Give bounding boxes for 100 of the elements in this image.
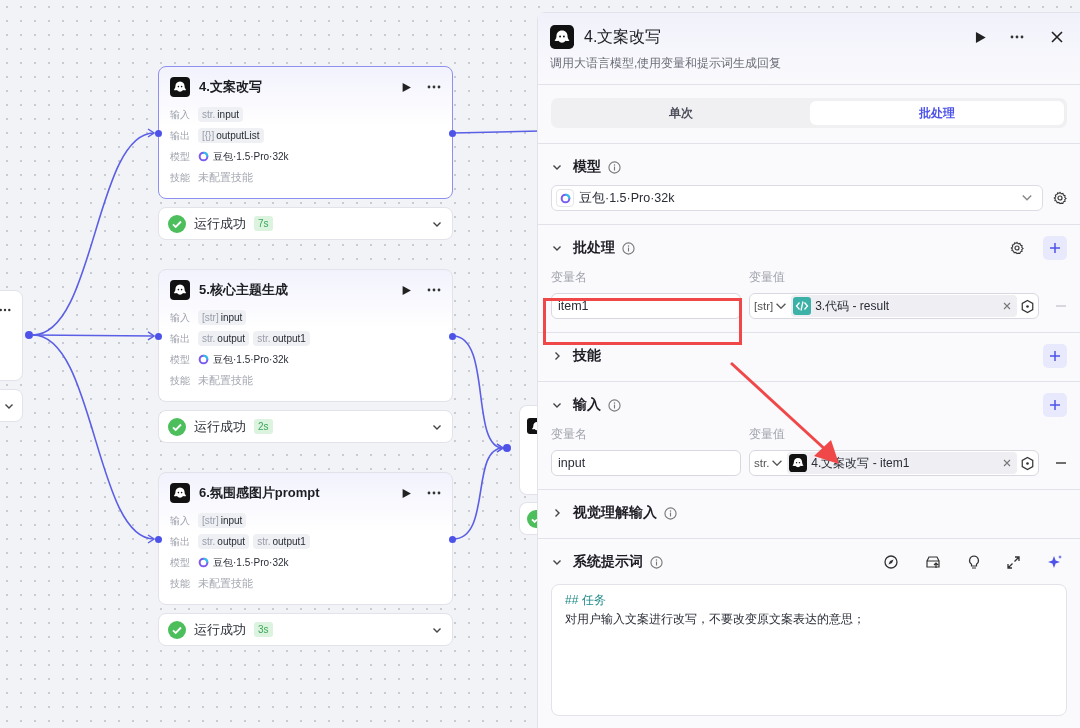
settings-icon[interactable] — [1053, 191, 1067, 205]
info-icon[interactable] — [608, 160, 621, 174]
status-bar[interactable]: 运行成功 2s — [158, 410, 453, 443]
status-bar[interactable]: 运行成功 7s — [158, 207, 453, 240]
plus-icon — [1049, 350, 1061, 362]
node-card[interactable]: 4.文案改写 输入 str. input 输出 [{}] outputList 模型 豆包·1.5·Pro·32k 技能 未配置技能 — [158, 66, 453, 199]
code-icon — [793, 297, 812, 315]
row-label: 技能 — [170, 373, 191, 388]
status-text: 运行成功 — [194, 214, 246, 233]
clear-icon[interactable] — [1003, 459, 1011, 467]
close-icon[interactable] — [1051, 31, 1063, 43]
variable-name-field[interactable]: item1 — [551, 293, 741, 319]
success-icon — [168, 214, 186, 233]
node-card[interactable] — [519, 405, 537, 495]
prompt-heading: ## 任务 — [565, 592, 607, 609]
info-icon[interactable] — [622, 241, 635, 255]
node-title: 5.核心主题生成 — [199, 281, 288, 299]
mode-tab[interactable]: 单次 — [554, 101, 808, 125]
dropdown-chevron-icon[interactable] — [776, 303, 787, 309]
app-logo-icon — [789, 454, 808, 472]
port-dot[interactable] — [155, 333, 162, 340]
row-label: 模型 — [170, 352, 191, 367]
panel-description: 调用大语言模型,使用变量和提示词生成回复 — [550, 55, 783, 72]
variable-tag: [str] input — [198, 513, 247, 528]
model-name: 豆包·1.5·Pro·32k — [213, 352, 289, 367]
variable-icon[interactable] — [1020, 455, 1035, 471]
prompt-editor[interactable]: ## 任务 对用户输入文案进行改写，不要改变原文案表达的意思； — [551, 584, 1067, 716]
success-icon — [168, 620, 186, 639]
row-label: 技能 — [170, 170, 191, 185]
add-button[interactable] — [1043, 393, 1067, 417]
model-logo-icon — [559, 192, 571, 204]
row-label: 输入 — [170, 513, 191, 528]
duration-badge: 7s — [254, 216, 273, 231]
add-button[interactable] — [1043, 344, 1067, 368]
add-button[interactable] — [1043, 236, 1067, 260]
variable-icon[interactable] — [1020, 298, 1035, 314]
box-upload-icon[interactable] — [925, 555, 941, 569]
port-dot[interactable] — [25, 331, 33, 339]
model-logo-icon — [198, 151, 209, 162]
play-icon[interactable] — [401, 81, 412, 93]
play-icon[interactable] — [401, 284, 412, 296]
model-logo-icon — [198, 354, 209, 365]
app-logo-icon — [170, 280, 190, 300]
more-icon[interactable] — [427, 288, 441, 292]
more-icon[interactable] — [1009, 35, 1025, 39]
port-dot[interactable] — [449, 536, 456, 543]
info-icon[interactable] — [664, 506, 677, 520]
model-name: 豆包·1.5·Pro·32k — [213, 149, 289, 164]
column-label: 变量名 — [551, 426, 588, 443]
play-icon[interactable] — [401, 487, 412, 499]
empty-text: 未配置技能 — [198, 170, 253, 185]
more-icon[interactable] — [427, 491, 441, 495]
more-icon[interactable] — [427, 85, 441, 89]
row-label: 输出 — [170, 534, 191, 549]
node-title: 6.氛围感图片prompt — [199, 484, 320, 502]
row-label: 输出 — [170, 128, 191, 143]
app-logo-icon — [170, 483, 190, 503]
sparkle-icon[interactable] — [1047, 554, 1063, 570]
settings-icon[interactable] — [1010, 241, 1024, 255]
port-dot[interactable] — [155, 130, 162, 137]
section-title: 模型 — [573, 158, 601, 176]
app-logo-icon — [550, 25, 574, 49]
status-bar[interactable]: 运行成功 3s — [158, 613, 453, 646]
model-select[interactable]: 豆包·1.5·Pro·32k — [551, 185, 1043, 211]
dropdown-chevron-icon — [1022, 195, 1032, 201]
model-name: 豆包·1.5·Pro·32k — [213, 555, 289, 570]
port-dot[interactable] — [449, 333, 456, 340]
row-label: 输入 — [170, 107, 191, 122]
panel-title: 4.文案改写 — [584, 26, 662, 47]
variable-tag: [{}] outputList — [198, 128, 264, 143]
info-icon[interactable] — [608, 398, 621, 412]
duration-badge: 2s — [254, 419, 273, 434]
node-card[interactable]: 6.氛围感图片prompt 输入 [str] input 输出 str. output str. output1 模型 豆包·1.5·Pro·32k 技能 未配置技能 — [158, 472, 453, 605]
play-icon[interactable] — [974, 30, 987, 44]
compass-icon[interactable] — [884, 555, 898, 569]
port-dot[interactable] — [155, 536, 162, 543]
clear-icon[interactable] — [1003, 302, 1011, 310]
port-dot[interactable] — [449, 130, 456, 137]
more-icon[interactable] — [0, 308, 11, 312]
node-title: 4.文案改写 — [199, 78, 262, 96]
variable-tag: str. output — [198, 534, 250, 549]
empty-text: 未配置技能 — [198, 373, 253, 388]
column-label: 变量名 — [551, 269, 588, 286]
success-icon — [168, 417, 186, 436]
prompt-text: 对用户输入文案进行改写，不要改变原文案表达的意思； — [565, 612, 866, 627]
section-title: 技能 — [573, 347, 601, 365]
node-card[interactable]: 5.核心主题生成 输入 [str] input 输出 str. output str. output1 模型 豆包·1.5·Pro·32k 技能 未配置技能 — [158, 269, 453, 402]
status-text: 运行成功 — [194, 620, 246, 639]
info-icon[interactable] — [650, 555, 663, 569]
row-label: 输出 — [170, 331, 191, 346]
port-dot[interactable] — [503, 444, 511, 452]
model-logo-icon — [198, 557, 209, 568]
expand-icon[interactable] — [1007, 555, 1020, 569]
lightbulb-icon[interactable] — [968, 554, 980, 570]
variable-value-field[interactable]: [str] 3.代码 - result — [749, 293, 1039, 319]
empty-text: 未配置技能 — [198, 576, 253, 591]
section-title: 系统提示词 — [573, 553, 643, 571]
dropdown-chevron-icon[interactable] — [772, 460, 783, 466]
mode-tab[interactable]: 批处理 — [810, 101, 1064, 125]
variable-name-field[interactable]: input — [551, 450, 741, 476]
